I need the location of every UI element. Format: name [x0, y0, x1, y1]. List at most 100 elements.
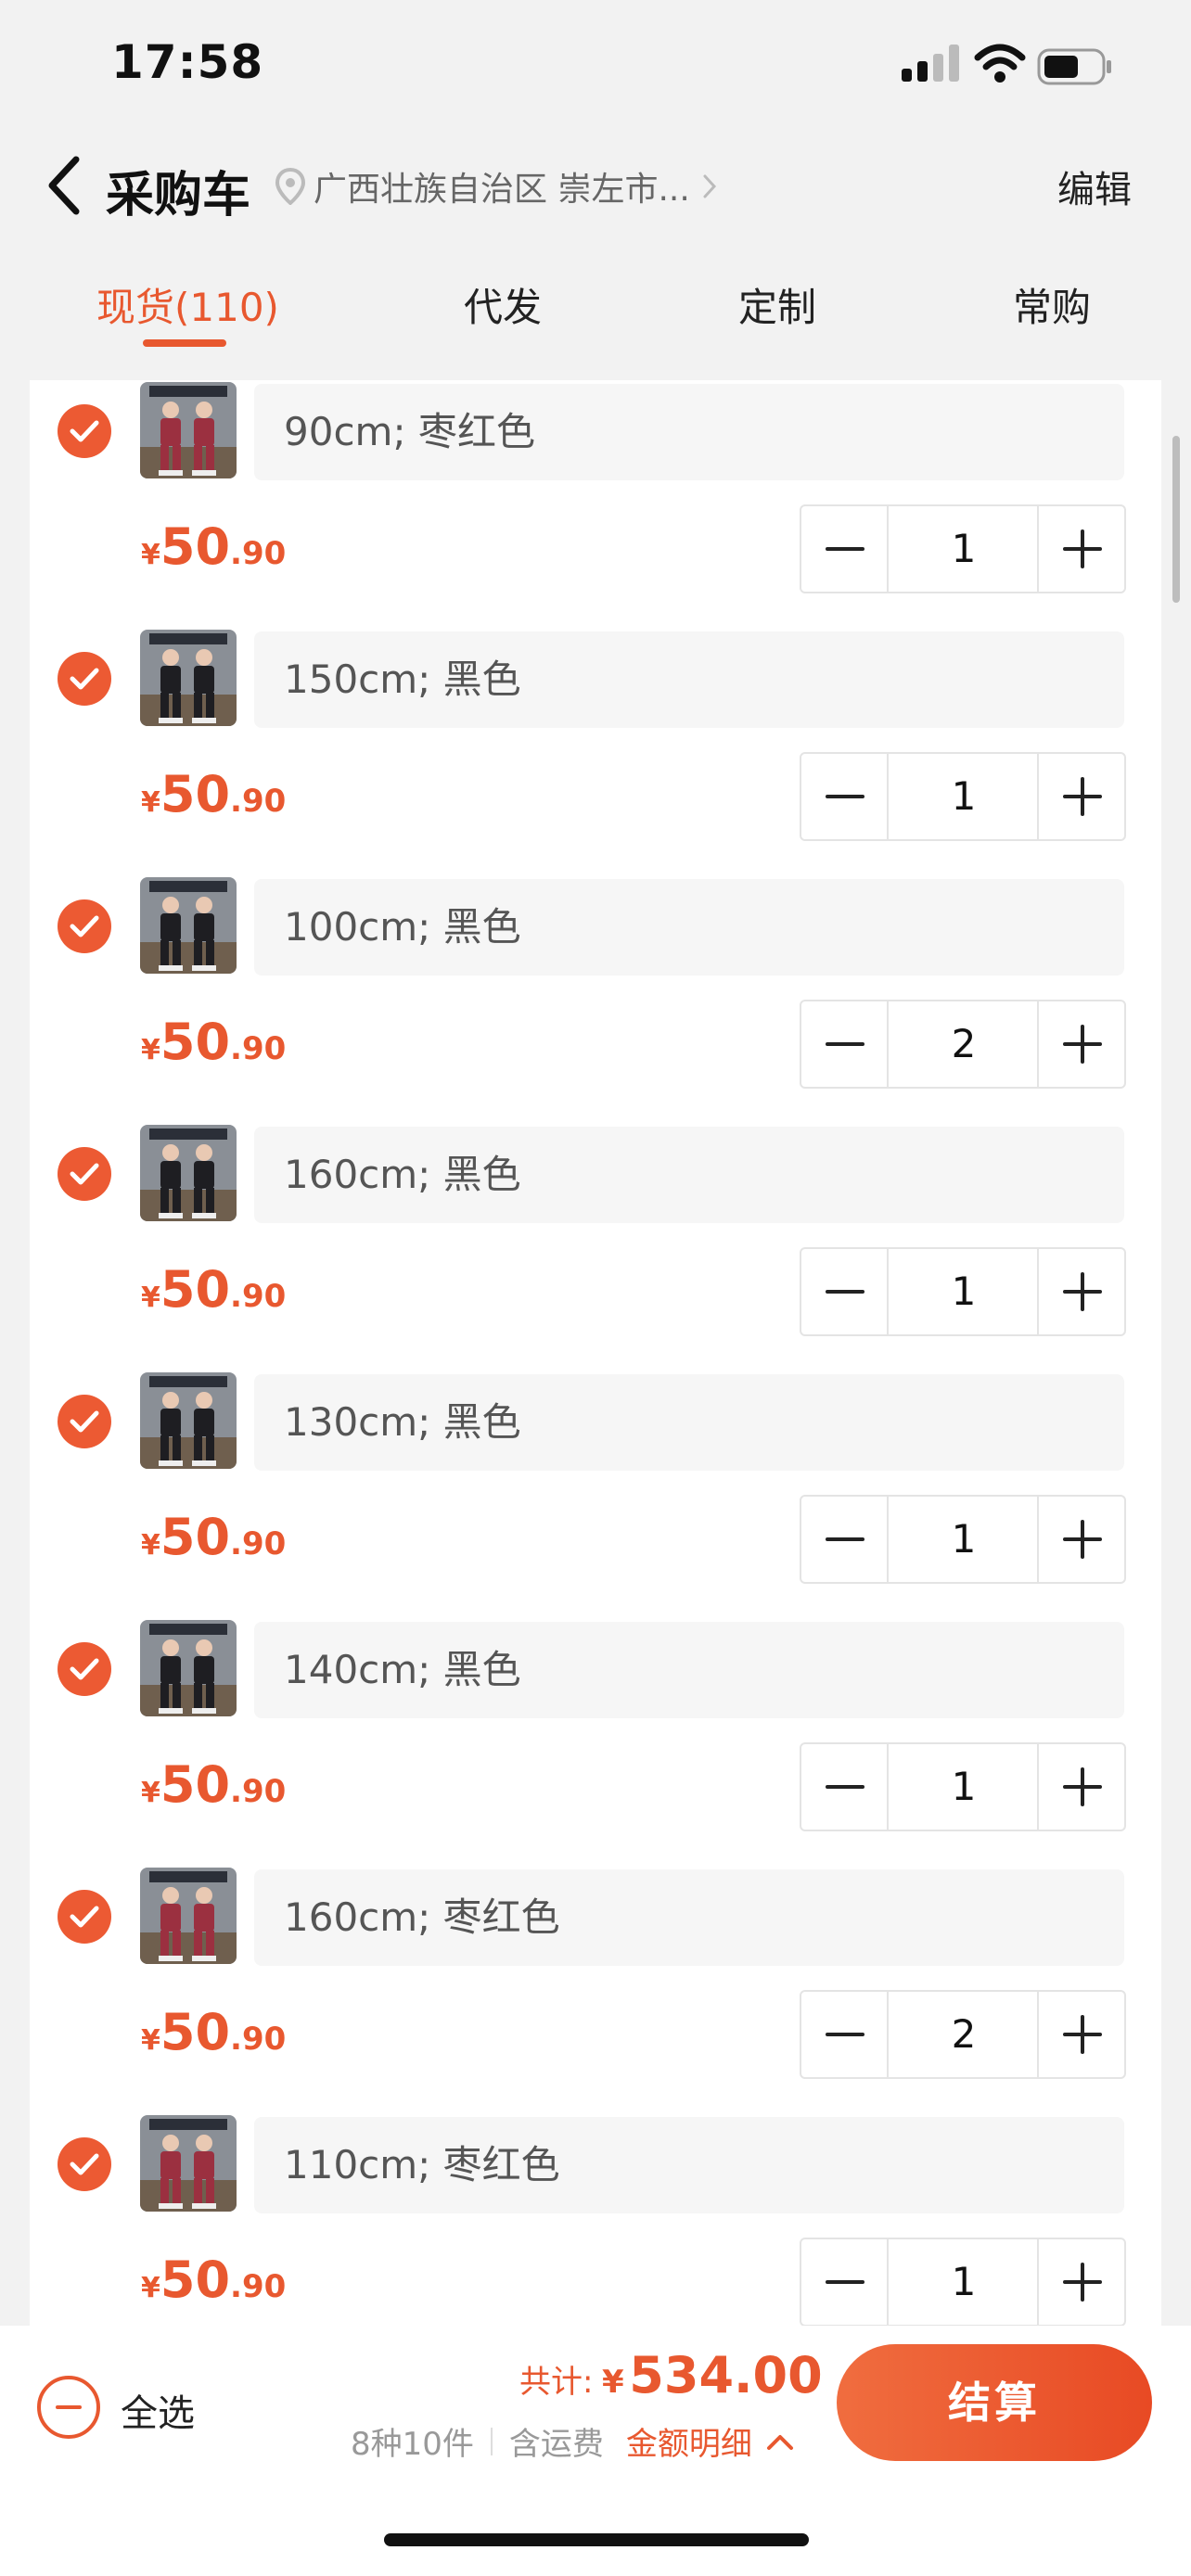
scrollbar[interactable]	[1172, 436, 1180, 603]
increase-quantity-button[interactable]	[1037, 2239, 1124, 2325]
tab-bar: 现货(110) 代发 定制 常购	[0, 269, 1191, 362]
price-decimal: .90	[230, 2268, 287, 2305]
tab-custom[interactable]: 定制	[738, 276, 816, 333]
item-spec[interactable]: 150cm; 黑色	[254, 631, 1124, 728]
location-pin-icon	[275, 168, 306, 205]
product-thumbnail[interactable]	[140, 630, 237, 726]
product-thumbnail[interactable]	[140, 1125, 237, 1221]
increase-quantity-button[interactable]	[1037, 506, 1124, 592]
checkmark-icon	[70, 668, 99, 690]
back-arrow-icon[interactable]	[41, 152, 87, 219]
location-text: 广西壮族自治区 崇左市...	[314, 171, 690, 209]
item-checkbox[interactable]	[58, 899, 111, 953]
select-all-checkbox-icon[interactable]	[37, 2376, 100, 2439]
cart-item: 130cm; 黑色 ¥50.90 1	[30, 1371, 1161, 1618]
quantity-value[interactable]: 2	[889, 1001, 1039, 1087]
chevron-up-icon[interactable]	[765, 2431, 795, 2452]
quantity-value[interactable]: 1	[889, 754, 1039, 839]
tab-in-stock[interactable]: 现货(110)	[96, 276, 279, 333]
order-summary: 8种10件 含运费 金额明细	[351, 2418, 795, 2464]
tab-frequent[interactable]: 常购	[1013, 276, 1091, 333]
price-integer: 50	[160, 1508, 231, 1566]
item-spec[interactable]: 160cm; 黑色	[254, 1127, 1124, 1223]
item-price: ¥50.90	[141, 1013, 286, 1071]
price-currency: ¥	[141, 1777, 160, 1809]
checkout-button[interactable]: 结算	[837, 2344, 1152, 2461]
product-thumbnail[interactable]	[140, 1372, 237, 1469]
increase-quantity-button[interactable]	[1037, 1992, 1124, 2077]
quantity-value[interactable]: 1	[889, 1497, 1039, 1582]
item-count-text: 8种10件	[351, 2426, 474, 2463]
product-thumbnail[interactable]	[140, 1868, 237, 1964]
item-price: ¥50.90	[141, 1260, 286, 1319]
item-checkbox[interactable]	[58, 1890, 111, 1944]
home-indicator	[384, 2533, 809, 2546]
decrease-quantity-button[interactable]	[801, 1992, 889, 2077]
increase-quantity-button[interactable]	[1037, 754, 1124, 839]
product-thumbnail[interactable]	[140, 382, 237, 478]
product-thumbnail[interactable]	[140, 2115, 237, 2212]
decrease-quantity-button[interactable]	[801, 1001, 889, 1087]
product-thumbnail[interactable]	[140, 1620, 237, 1716]
item-price: ¥50.90	[141, 1755, 286, 1814]
cart-item: 110cm; 枣红色 ¥50.90 1	[30, 2113, 1161, 2326]
price-decimal: .90	[230, 1030, 287, 1067]
quantity-stepper: 2	[800, 1990, 1126, 2079]
price-decimal: .90	[230, 1525, 287, 1562]
item-spec[interactable]: 100cm; 黑色	[254, 879, 1124, 976]
item-spec[interactable]: 110cm; 枣红色	[254, 2117, 1124, 2213]
cart-item: 160cm; 黑色 ¥50.90 1	[30, 1123, 1161, 1371]
quantity-value[interactable]: 1	[889, 2239, 1039, 2325]
item-price: ¥50.90	[141, 517, 286, 576]
shipping-text: 含运费	[508, 2426, 604, 2463]
price-integer: 50	[160, 2251, 231, 2309]
status-time: 17:58	[111, 35, 264, 89]
decrease-quantity-button[interactable]	[801, 506, 889, 592]
checkmark-icon	[70, 1410, 99, 1433]
decrease-quantity-button[interactable]	[801, 1497, 889, 1582]
item-price: ¥50.90	[141, 1508, 286, 1566]
quantity-stepper: 1	[800, 1742, 1126, 1831]
decrease-quantity-button[interactable]	[801, 1249, 889, 1334]
checkmark-icon	[70, 1163, 99, 1185]
select-all-label[interactable]: 全选	[121, 2383, 195, 2437]
total-value: 534.00	[629, 2346, 823, 2404]
checkmark-icon	[70, 1658, 99, 1680]
item-checkbox[interactable]	[58, 2137, 111, 2191]
quantity-value[interactable]: 2	[889, 1992, 1039, 2077]
quantity-value[interactable]: 1	[889, 506, 1039, 592]
decrease-quantity-button[interactable]	[801, 754, 889, 839]
item-checkbox[interactable]	[58, 1395, 111, 1448]
product-thumbnail[interactable]	[140, 877, 237, 974]
item-spec[interactable]: 90cm; 枣红色	[254, 384, 1124, 480]
item-checkbox[interactable]	[58, 652, 111, 706]
item-spec[interactable]: 130cm; 黑色	[254, 1374, 1124, 1471]
price-currency: ¥	[141, 1282, 160, 1314]
location-selector[interactable]: 广西壮族自治区 崇左市...	[275, 161, 720, 211]
decrease-quantity-button[interactable]	[801, 1744, 889, 1830]
cellular-signal-icon	[902, 45, 959, 82]
item-checkbox[interactable]	[58, 1642, 111, 1696]
edit-button[interactable]: 编辑	[1057, 159, 1132, 213]
quantity-stepper: 1	[800, 504, 1126, 593]
item-spec[interactable]: 160cm; 枣红色	[254, 1869, 1124, 1966]
price-currency: ¥	[141, 1034, 160, 1066]
decrease-quantity-button[interactable]	[801, 2239, 889, 2325]
item-checkbox[interactable]	[58, 1147, 111, 1201]
increase-quantity-button[interactable]	[1037, 1001, 1124, 1087]
cart-item: 140cm; 黑色 ¥50.90 1	[30, 1618, 1161, 1866]
active-tab-indicator	[143, 339, 226, 347]
increase-quantity-button[interactable]	[1037, 1744, 1124, 1830]
tab-dropship[interactable]: 代发	[464, 276, 542, 333]
price-decimal: .90	[230, 535, 287, 572]
increase-quantity-button[interactable]	[1037, 1497, 1124, 1582]
quantity-value[interactable]: 1	[889, 1249, 1039, 1334]
amount-detail-link[interactable]: 金额明细	[626, 2418, 752, 2464]
price-decimal: .90	[230, 1278, 287, 1315]
item-spec[interactable]: 140cm; 黑色	[254, 1622, 1124, 1718]
cart-item: 160cm; 枣红色 ¥50.90 2	[30, 1866, 1161, 2113]
increase-quantity-button[interactable]	[1037, 1249, 1124, 1334]
item-checkbox[interactable]	[58, 404, 111, 458]
quantity-value[interactable]: 1	[889, 1744, 1039, 1830]
price-integer: 50	[160, 1260, 231, 1319]
